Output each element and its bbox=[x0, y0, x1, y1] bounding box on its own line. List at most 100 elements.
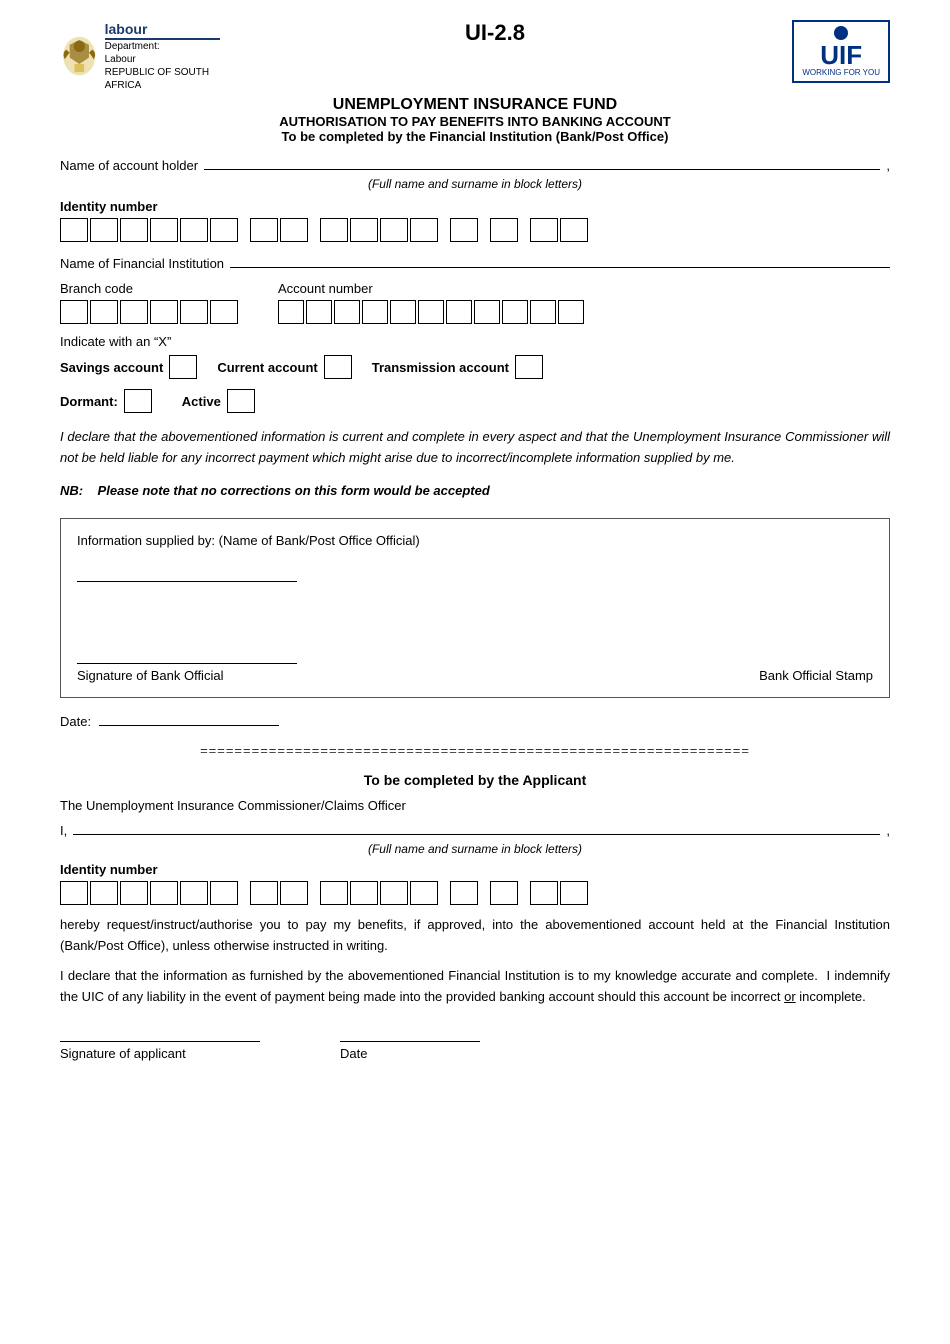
current-item: Current account bbox=[217, 355, 351, 379]
applicant-date-label: Date bbox=[340, 1046, 480, 1061]
id-box-11[interactable] bbox=[380, 218, 408, 242]
id-box-3[interactable] bbox=[120, 218, 148, 242]
branch-box-4[interactable] bbox=[150, 300, 178, 324]
name-input[interactable] bbox=[204, 154, 880, 170]
acct-box-8[interactable] bbox=[474, 300, 500, 324]
identity-grid bbox=[60, 218, 890, 242]
i-line: I, , bbox=[60, 821, 890, 838]
branch-box-5[interactable] bbox=[180, 300, 208, 324]
acct-box-1[interactable] bbox=[278, 300, 304, 324]
sub-title-1: AUTHORISATION TO PAY BENEFITS INTO BANKI… bbox=[60, 114, 890, 129]
id2-box-9[interactable] bbox=[320, 881, 348, 905]
branch-account-row: Branch code Account number bbox=[60, 281, 890, 324]
branch-box-2[interactable] bbox=[90, 300, 118, 324]
savings-label: Savings account bbox=[60, 360, 163, 375]
acct-box-6[interactable] bbox=[418, 300, 444, 324]
id2-box-5[interactable] bbox=[180, 881, 208, 905]
transmission-checkbox[interactable] bbox=[515, 355, 543, 379]
section2-title: To be completed by the Applicant bbox=[60, 772, 890, 788]
branch-box-6[interactable] bbox=[210, 300, 238, 324]
applicant-name-note: (Full name and surname in block letters) bbox=[60, 842, 890, 856]
divider: ========================================… bbox=[60, 743, 890, 758]
name-row: Name of account holder , bbox=[60, 154, 890, 173]
para1: hereby request/instruct/authorise you to… bbox=[60, 915, 890, 957]
id-box-8[interactable] bbox=[280, 218, 308, 242]
acct-box-9[interactable] bbox=[502, 300, 528, 324]
transmission-item: Transmission account bbox=[372, 355, 543, 379]
date-input[interactable] bbox=[99, 712, 279, 726]
branch-boxes bbox=[60, 300, 238, 324]
para2: I declare that the information as furnis… bbox=[60, 966, 890, 1008]
applicant-sig-item: Signature of applicant bbox=[60, 1028, 260, 1061]
declaration-text: I declare that the abovementioned inform… bbox=[60, 427, 890, 469]
uif-circle-icon bbox=[834, 26, 848, 40]
account-label: Account number bbox=[278, 281, 584, 296]
id-box-6[interactable] bbox=[210, 218, 238, 242]
acct-box-2[interactable] bbox=[306, 300, 332, 324]
i-label: I, bbox=[60, 823, 67, 838]
fi-label: Name of Financial Institution bbox=[60, 256, 224, 271]
savings-checkbox[interactable] bbox=[169, 355, 197, 379]
acct-box-4[interactable] bbox=[362, 300, 388, 324]
active-item: Active bbox=[182, 389, 255, 413]
acct-box-3[interactable] bbox=[334, 300, 360, 324]
acct-box-7[interactable] bbox=[446, 300, 472, 324]
id2-box-2[interactable] bbox=[90, 881, 118, 905]
name-label: Name of account holder bbox=[60, 158, 198, 173]
id-box-1[interactable] bbox=[60, 218, 88, 242]
id2-box-8[interactable] bbox=[280, 881, 308, 905]
dormant-label: Dormant: bbox=[60, 394, 118, 409]
page-header: labour Department: Labour REPUBLIC OF SO… bbox=[60, 20, 890, 92]
id2-box-10[interactable] bbox=[350, 881, 378, 905]
sig-left: Signature of Bank Official bbox=[77, 650, 297, 683]
id2-box-1[interactable] bbox=[60, 881, 88, 905]
id2-box-14[interactable] bbox=[490, 881, 518, 905]
commissioner-line: The Unemployment Insurance Commissioner/… bbox=[60, 798, 890, 813]
id2-box-16[interactable] bbox=[560, 881, 588, 905]
id-box-9[interactable] bbox=[320, 218, 348, 242]
id2-box-6[interactable] bbox=[210, 881, 238, 905]
sig-line bbox=[77, 650, 297, 664]
branch-box-3[interactable] bbox=[120, 300, 148, 324]
sub-title-2: To be completed by the Financial Institu… bbox=[60, 129, 890, 144]
nb-text: NB: Please note that no corrections on t… bbox=[60, 483, 890, 498]
form-title-center: UI-2.8 bbox=[220, 20, 770, 46]
id2-box-13[interactable] bbox=[450, 881, 478, 905]
branch-box-1[interactable] bbox=[60, 300, 88, 324]
id-box-5[interactable] bbox=[180, 218, 208, 242]
stamp-label: Bank Official Stamp bbox=[759, 668, 873, 683]
id-box-13[interactable] bbox=[450, 218, 478, 242]
id-box-2[interactable] bbox=[90, 218, 118, 242]
id2-box-4[interactable] bbox=[150, 881, 178, 905]
date-row: Date: bbox=[60, 712, 890, 729]
acct-box-10[interactable] bbox=[530, 300, 556, 324]
identity-label: Identity number bbox=[60, 199, 890, 214]
applicant-date-item: Date bbox=[340, 1028, 480, 1061]
id2-box-7[interactable] bbox=[250, 881, 278, 905]
id-box-7[interactable] bbox=[250, 218, 278, 242]
id2-box-15[interactable] bbox=[530, 881, 558, 905]
applicant-name-input[interactable] bbox=[73, 821, 880, 835]
id-box-12[interactable] bbox=[410, 218, 438, 242]
name-note: (Full name and surname in block letters) bbox=[60, 177, 890, 191]
id-box-16[interactable] bbox=[560, 218, 588, 242]
sig-label: Signature of Bank Official bbox=[77, 668, 297, 683]
active-checkbox[interactable] bbox=[227, 389, 255, 413]
acct-box-11[interactable] bbox=[558, 300, 584, 324]
id2-box-3[interactable] bbox=[120, 881, 148, 905]
fi-input[interactable] bbox=[230, 252, 890, 268]
id-box-4[interactable] bbox=[150, 218, 178, 242]
logo-left: labour Department: Labour REPUBLIC OF SO… bbox=[60, 20, 220, 92]
id-box-14[interactable] bbox=[490, 218, 518, 242]
bank-official-name-line bbox=[77, 568, 297, 582]
form-number: UI-2.8 bbox=[220, 20, 770, 46]
current-checkbox[interactable] bbox=[324, 355, 352, 379]
id-box-15[interactable] bbox=[530, 218, 558, 242]
id2-box-11[interactable] bbox=[380, 881, 408, 905]
dormant-checkbox[interactable] bbox=[124, 389, 152, 413]
uif-logo: UIF WORKING FOR YOU bbox=[770, 20, 890, 83]
identity-grid-2 bbox=[60, 881, 890, 905]
acct-box-5[interactable] bbox=[390, 300, 416, 324]
id-box-10[interactable] bbox=[350, 218, 378, 242]
id2-box-12[interactable] bbox=[410, 881, 438, 905]
